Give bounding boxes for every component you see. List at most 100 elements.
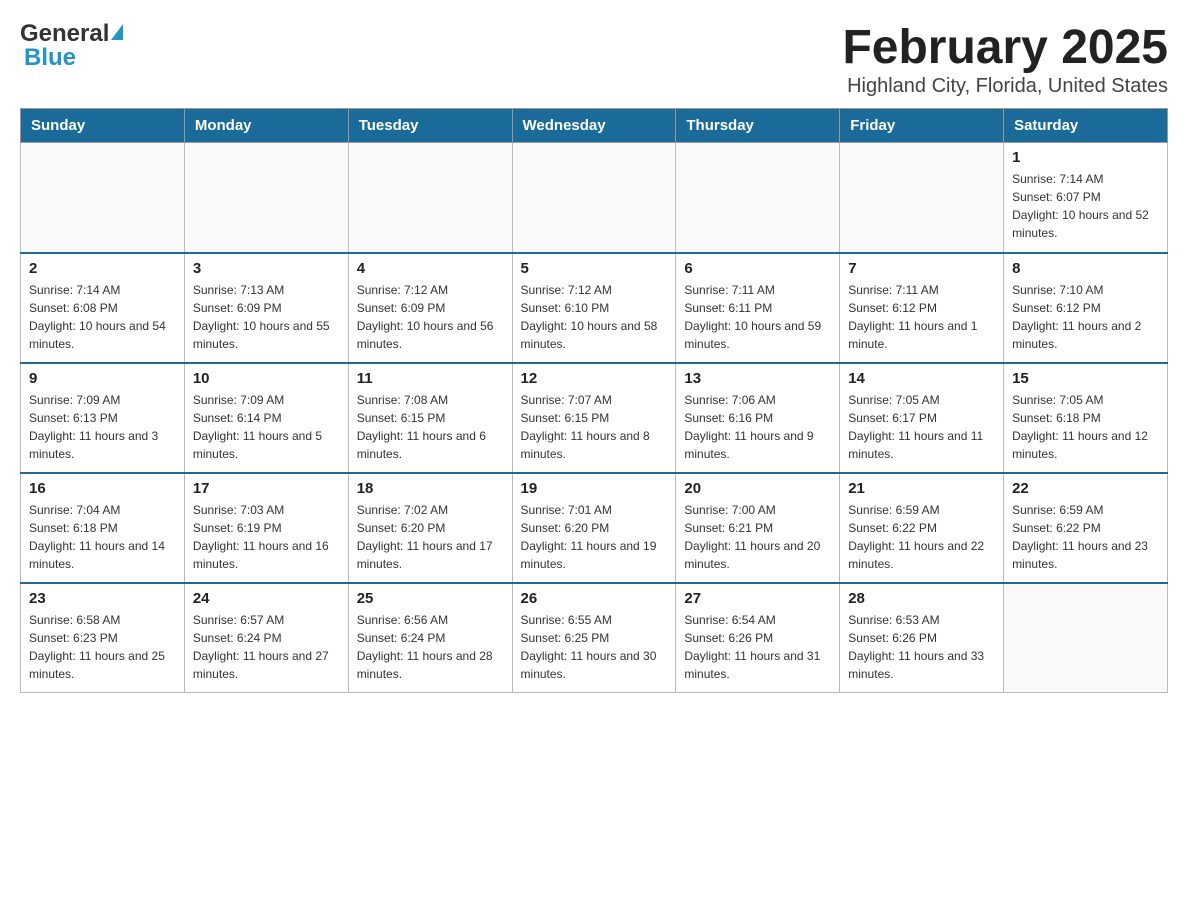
calendar-cell <box>21 143 185 253</box>
day-info: Sunrise: 7:14 AMSunset: 6:08 PMDaylight:… <box>29 281 176 353</box>
calendar-cell <box>1004 583 1168 693</box>
calendar-header-row: Sunday Monday Tuesday Wednesday Thursday… <box>21 109 1168 143</box>
day-number: 12 <box>521 370 668 387</box>
calendar-week-row: 9 Sunrise: 7:09 AMSunset: 6:13 PMDaylight… <box>21 363 1168 473</box>
calendar-cell: 7 Sunrise: 7:11 AMSunset: 6:12 PMDaylight… <box>840 253 1004 363</box>
day-number: 9 <box>29 370 176 387</box>
day-number: 19 <box>521 480 668 497</box>
calendar-week-row: 1Sunrise: 7:14 AMSunset: 6:07 PMDaylight… <box>21 143 1168 253</box>
calendar-cell: 10 Sunrise: 7:09 AMSunset: 6:14 PMDayligh… <box>184 363 348 473</box>
calendar-cell: 25 Sunrise: 6:56 AMSunset: 6:24 PMDayligh… <box>348 583 512 693</box>
logo-blue-text: Blue <box>24 44 76 72</box>
day-number: 1 <box>1012 149 1159 166</box>
day-number: 11 <box>357 370 504 387</box>
calendar-cell: 9 Sunrise: 7:09 AMSunset: 6:13 PMDaylight… <box>21 363 185 473</box>
title-section: February 2025 Highland City, Florida, Un… <box>842 20 1168 98</box>
page-header: General Blue February 2025 Highland City… <box>20 20 1168 98</box>
calendar-cell: 14 Sunrise: 7:05 AMSunset: 6:17 PMDayligh… <box>840 363 1004 473</box>
calendar-cell: 20 Sunrise: 7:00 AMSunset: 6:21 PMDayligh… <box>676 473 840 583</box>
day-number: 18 <box>357 480 504 497</box>
day-number: 2 <box>29 260 176 277</box>
calendar-week-row: 23 Sunrise: 6:58 AMSunset: 6:23 PMDayligh… <box>21 583 1168 693</box>
calendar-cell: 13Sunrise: 7:06 AMSunset: 6:16 PMDayligh… <box>676 363 840 473</box>
day-info: Sunrise: 6:56 AMSunset: 6:24 PMDaylight:… <box>357 611 504 683</box>
day-number: 8 <box>1012 260 1159 277</box>
day-number: 4 <box>357 260 504 277</box>
day-info: Sunrise: 6:59 AMSunset: 6:22 PMDaylight:… <box>1012 501 1159 573</box>
day-info: Sunrise: 6:57 AMSunset: 6:24 PMDaylight:… <box>193 611 340 683</box>
day-info: Sunrise: 7:11 AMSunset: 6:12 PMDaylight:… <box>848 281 995 353</box>
calendar-cell: 12 Sunrise: 7:07 AMSunset: 6:15 PMDayligh… <box>512 363 676 473</box>
calendar-cell: 2 Sunrise: 7:14 AMSunset: 6:08 PMDaylight… <box>21 253 185 363</box>
calendar-cell: 15 Sunrise: 7:05 AMSunset: 6:18 PMDayligh… <box>1004 363 1168 473</box>
day-number: 20 <box>684 480 831 497</box>
calendar-cell: 21Sunrise: 6:59 AMSunset: 6:22 PMDayligh… <box>840 473 1004 583</box>
day-info: Sunrise: 7:11 AMSunset: 6:11 PMDaylight:… <box>684 281 831 353</box>
calendar-week-row: 2 Sunrise: 7:14 AMSunset: 6:08 PMDaylight… <box>21 253 1168 363</box>
day-number: 27 <box>684 590 831 607</box>
calendar-cell: 1Sunrise: 7:14 AMSunset: 6:07 PMDaylight… <box>1004 143 1168 253</box>
day-number: 23 <box>29 590 176 607</box>
day-number: 7 <box>848 260 995 277</box>
calendar-cell: 5 Sunrise: 7:12 AMSunset: 6:10 PMDaylight… <box>512 253 676 363</box>
calendar-cell: 8 Sunrise: 7:10 AMSunset: 6:12 PMDaylight… <box>1004 253 1168 363</box>
day-number: 28 <box>848 590 995 607</box>
day-info: Sunrise: 7:05 AMSunset: 6:17 PMDaylight:… <box>848 391 995 463</box>
header-tuesday: Tuesday <box>348 109 512 143</box>
calendar-cell: 3 Sunrise: 7:13 AMSunset: 6:09 PMDaylight… <box>184 253 348 363</box>
day-info: Sunrise: 7:05 AMSunset: 6:18 PMDaylight:… <box>1012 391 1159 463</box>
day-number: 3 <box>193 260 340 277</box>
day-info: Sunrise: 6:53 AMSunset: 6:26 PMDaylight:… <box>848 611 995 683</box>
day-number: 14 <box>848 370 995 387</box>
day-info: Sunrise: 7:12 AMSunset: 6:10 PMDaylight:… <box>521 281 668 353</box>
day-number: 15 <box>1012 370 1159 387</box>
day-info: Sunrise: 6:58 AMSunset: 6:23 PMDaylight:… <box>29 611 176 683</box>
calendar-week-row: 16 Sunrise: 7:04 AMSunset: 6:18 PMDayligh… <box>21 473 1168 583</box>
calendar-cell: 22 Sunrise: 6:59 AMSunset: 6:22 PMDayligh… <box>1004 473 1168 583</box>
calendar-cell <box>840 143 1004 253</box>
header-thursday: Thursday <box>676 109 840 143</box>
day-info: Sunrise: 7:04 AMSunset: 6:18 PMDaylight:… <box>29 501 176 573</box>
day-number: 6 <box>684 260 831 277</box>
day-number: 17 <box>193 480 340 497</box>
day-info: Sunrise: 7:00 AMSunset: 6:21 PMDaylight:… <box>684 501 831 573</box>
calendar-cell: 11 Sunrise: 7:08 AMSunset: 6:15 PMDayligh… <box>348 363 512 473</box>
day-info: Sunrise: 7:01 AMSunset: 6:20 PMDaylight:… <box>521 501 668 573</box>
header-saturday: Saturday <box>1004 109 1168 143</box>
calendar-cell <box>676 143 840 253</box>
calendar-cell: 6 Sunrise: 7:11 AMSunset: 6:11 PMDaylight… <box>676 253 840 363</box>
logo-triangle-icon <box>111 24 123 40</box>
day-info: Sunrise: 7:07 AMSunset: 6:15 PMDaylight:… <box>521 391 668 463</box>
day-number: 5 <box>521 260 668 277</box>
calendar-cell: 16 Sunrise: 7:04 AMSunset: 6:18 PMDayligh… <box>21 473 185 583</box>
calendar-title: February 2025 <box>842 20 1168 75</box>
calendar-cell: 23 Sunrise: 6:58 AMSunset: 6:23 PMDayligh… <box>21 583 185 693</box>
day-info: Sunrise: 6:54 AMSunset: 6:26 PMDaylight:… <box>684 611 831 683</box>
day-info: Sunrise: 7:10 AMSunset: 6:12 PMDaylight:… <box>1012 281 1159 353</box>
day-number: 22 <box>1012 480 1159 497</box>
header-wednesday: Wednesday <box>512 109 676 143</box>
header-sunday: Sunday <box>21 109 185 143</box>
day-info: Sunrise: 7:09 AMSunset: 6:14 PMDaylight:… <box>193 391 340 463</box>
day-info: Sunrise: 7:09 AMSunset: 6:13 PMDaylight:… <box>29 391 176 463</box>
calendar-cell <box>184 143 348 253</box>
calendar-cell: 24 Sunrise: 6:57 AMSunset: 6:24 PMDayligh… <box>184 583 348 693</box>
day-info: Sunrise: 7:13 AMSunset: 6:09 PMDaylight:… <box>193 281 340 353</box>
calendar-cell: 28 Sunrise: 6:53 AMSunset: 6:26 PMDayligh… <box>840 583 1004 693</box>
day-info: Sunrise: 7:06 AMSunset: 6:16 PMDaylight:… <box>684 391 831 463</box>
day-info: Sunrise: 6:55 AMSunset: 6:25 PMDaylight:… <box>521 611 668 683</box>
calendar-cell: 26 Sunrise: 6:55 AMSunset: 6:25 PMDayligh… <box>512 583 676 693</box>
header-friday: Friday <box>840 109 1004 143</box>
day-info: Sunrise: 7:12 AMSunset: 6:09 PMDaylight:… <box>357 281 504 353</box>
day-number: 25 <box>357 590 504 607</box>
day-number: 21 <box>848 480 995 497</box>
day-info: Sunrise: 7:08 AMSunset: 6:15 PMDaylight:… <box>357 391 504 463</box>
calendar-subtitle: Highland City, Florida, United States <box>842 75 1168 98</box>
day-number: 16 <box>29 480 176 497</box>
day-number: 10 <box>193 370 340 387</box>
calendar-cell <box>348 143 512 253</box>
day-number: 26 <box>521 590 668 607</box>
day-number: 24 <box>193 590 340 607</box>
calendar-cell: 27 Sunrise: 6:54 AMSunset: 6:26 PMDayligh… <box>676 583 840 693</box>
calendar-cell: 4 Sunrise: 7:12 AMSunset: 6:09 PMDaylight… <box>348 253 512 363</box>
